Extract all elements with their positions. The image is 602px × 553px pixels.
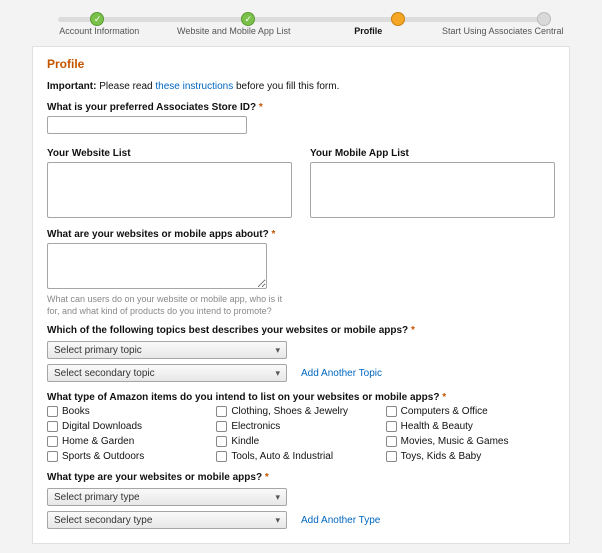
checkbox-box — [216, 406, 227, 417]
checkbox-box — [386, 436, 397, 447]
item-types-grid: Books Digital Downloads Home & Garden Sp… — [47, 406, 555, 462]
checkbox-clothing[interactable]: Clothing, Shoes & Jewelry — [216, 406, 385, 417]
secondary-topic-select[interactable]: Select secondary topic ▾ — [47, 364, 287, 382]
about-hint: What can users do on your website or mob… — [47, 294, 287, 317]
stepper-track — [58, 17, 544, 22]
about-label: What are your websites or mobile apps ab… — [47, 229, 555, 240]
chevron-down-icon: ▾ — [275, 515, 280, 526]
website-list-textarea[interactable] — [47, 162, 292, 218]
checkbox-box — [216, 451, 227, 462]
checkbox-box — [386, 406, 397, 417]
progress-stepper — [58, 12, 544, 24]
chevron-down-icon: ▾ — [275, 492, 280, 503]
step-account-info — [90, 12, 104, 26]
checkbox-box — [386, 451, 397, 462]
checkbox-digital-downloads[interactable]: Digital Downloads — [47, 421, 216, 432]
checkbox-box — [47, 451, 58, 462]
add-topic-link[interactable]: Add Another Topic — [301, 368, 382, 379]
checkbox-box — [47, 436, 58, 447]
checkbox-box — [386, 421, 397, 432]
checkbox-books[interactable]: Books — [47, 406, 216, 417]
checkbox-box — [216, 436, 227, 447]
intro-after: before you fill this form. — [233, 81, 339, 92]
checkbox-box — [216, 421, 227, 432]
stepper-labels: Account Information Website and Mobile A… — [32, 26, 570, 36]
mobile-app-list-label: Your Mobile App List — [310, 148, 555, 159]
intro-text: Important: Please read these instruction… — [47, 81, 555, 92]
primary-type-select[interactable]: Select primary type ▾ — [47, 488, 287, 506]
checkbox-sports-outdoors[interactable]: Sports & Outdoors — [47, 451, 216, 462]
secondary-type-value: Select secondary type — [54, 515, 152, 526]
step-label-1: Account Information — [32, 26, 167, 36]
store-id-input[interactable] — [47, 116, 247, 134]
item-types-label: What type of Amazon items do you intend … — [47, 392, 555, 403]
item-types-col-2: Clothing, Shoes & Jewelry Electronics Ki… — [216, 406, 385, 462]
primary-topic-value: Select primary topic — [54, 345, 142, 356]
step-website-list — [241, 12, 255, 26]
checkbox-tools-auto[interactable]: Tools, Auto & Industrial — [216, 451, 385, 462]
checkbox-home-garden[interactable]: Home & Garden — [47, 436, 216, 447]
checkbox-electronics[interactable]: Electronics — [216, 421, 385, 432]
checkbox-box — [47, 421, 58, 432]
checkbox-movies-music[interactable]: Movies, Music & Games — [386, 436, 555, 447]
mobile-app-list-textarea[interactable] — [310, 162, 555, 218]
item-types-col-3: Computers & Office Health & Beauty Movie… — [386, 406, 555, 462]
step-profile — [391, 12, 405, 26]
primary-topic-select[interactable]: Select primary topic ▾ — [47, 341, 287, 359]
site-type-label: What type are your websites or mobile ap… — [47, 472, 555, 483]
chevron-down-icon: ▾ — [275, 368, 280, 379]
primary-type-value: Select primary type — [54, 492, 140, 503]
checkbox-health-beauty[interactable]: Health & Beauty — [386, 421, 555, 432]
about-textarea[interactable] — [47, 243, 267, 289]
secondary-topic-value: Select secondary topic — [54, 368, 155, 379]
item-types-col-1: Books Digital Downloads Home & Garden Sp… — [47, 406, 216, 462]
checkbox-computers-office[interactable]: Computers & Office — [386, 406, 555, 417]
checkbox-kindle[interactable]: Kindle — [216, 436, 385, 447]
checkbox-toys-kids[interactable]: Toys, Kids & Baby — [386, 451, 555, 462]
intro-before: Please read — [96, 81, 155, 92]
step-label-2: Website and Mobile App List — [167, 26, 302, 36]
checkbox-box — [47, 406, 58, 417]
add-type-link[interactable]: Add Another Type — [301, 515, 380, 526]
intro-bold: Important: — [47, 81, 96, 92]
step-label-4: Start Using Associates Central — [436, 26, 571, 36]
chevron-down-icon: ▾ — [275, 345, 280, 356]
store-id-label: What is your preferred Associates Store … — [47, 102, 555, 113]
step-label-3: Profile — [301, 26, 436, 36]
website-list-label: Your Website List — [47, 148, 292, 159]
topics-label: Which of the following topics best descr… — [47, 325, 555, 336]
instructions-link[interactable]: these instructions — [155, 81, 233, 92]
card-title: Profile — [47, 57, 555, 71]
profile-card: Profile Important: Please read these ins… — [32, 46, 570, 544]
step-start-using — [537, 12, 551, 26]
secondary-type-select[interactable]: Select secondary type ▾ — [47, 511, 287, 529]
